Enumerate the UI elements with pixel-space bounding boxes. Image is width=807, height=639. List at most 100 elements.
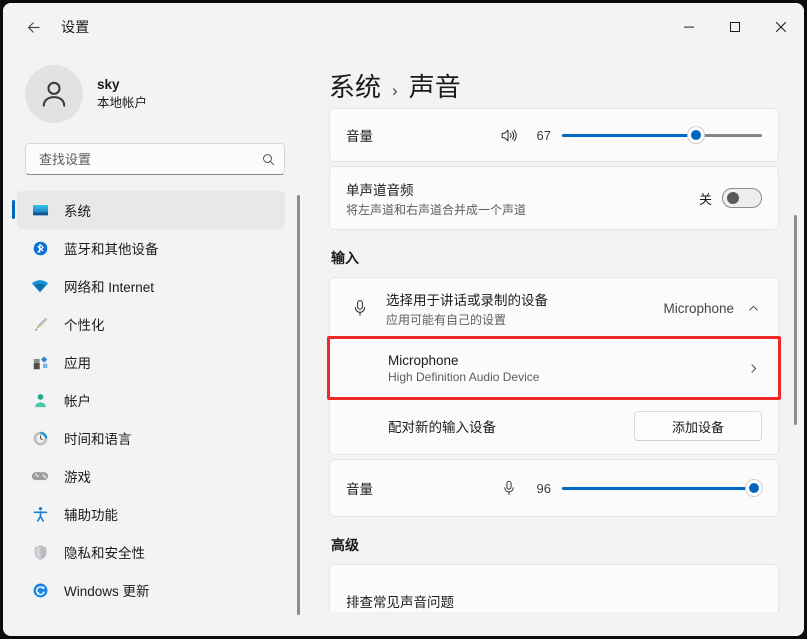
minimize-icon bbox=[684, 26, 694, 28]
maximize-button[interactable] bbox=[712, 3, 758, 51]
mono-audio-text: 单声道音频 将左声道和右声道合并成一个声道 bbox=[346, 179, 687, 218]
input-volume-slider[interactable]: 96 bbox=[500, 479, 763, 497]
microphone-device-item-wrap: Microphone High Definition Audio Device bbox=[327, 336, 781, 400]
sidebar-item-accounts[interactable]: 帐户 bbox=[17, 381, 285, 419]
choose-input-device-subtitle: 应用可能有自己的设置 bbox=[386, 312, 507, 327]
add-device-button[interactable]: 添加设备 bbox=[634, 411, 762, 441]
minimize-button[interactable] bbox=[666, 3, 712, 51]
avatar bbox=[25, 65, 83, 123]
choose-input-device-text: 选择用于讲话或录制的设备 应用可能有自己的设置 bbox=[386, 289, 651, 328]
person-avatar-icon bbox=[42, 81, 66, 107]
output-volume-slider[interactable]: 67 bbox=[499, 126, 762, 145]
chevron-right-icon[interactable] bbox=[744, 359, 762, 377]
choose-input-device-title: 选择用于讲话或录制的设备 bbox=[386, 292, 548, 308]
sidebar-item-label: 辅助功能 bbox=[64, 508, 118, 523]
clock-icon bbox=[29, 427, 51, 449]
troubleshoot-label: 排查常见声音问题 bbox=[346, 595, 454, 610]
microphone-device-item[interactable]: Microphone High Definition Audio Device bbox=[330, 339, 778, 397]
toggle-knob bbox=[727, 192, 739, 204]
maximize-icon bbox=[730, 22, 740, 32]
microphone-device-subtitle: High Definition Audio Device bbox=[388, 369, 540, 384]
sidebar-item-label: 个性化 bbox=[64, 318, 105, 333]
microphone-icon bbox=[346, 298, 374, 318]
input-volume-card: 音量 96 bbox=[329, 459, 779, 517]
breadcrumb-root[interactable]: 系统 bbox=[329, 67, 381, 104]
sidebar-nav: 系统 蓝牙和其他设备 网络和 Internet 个性化 应用 帐户 时间和语言 … bbox=[3, 191, 305, 636]
update-refresh-icon bbox=[29, 579, 51, 601]
sidebar-item-label: Windows 更新 bbox=[64, 584, 150, 599]
sidebar-item-windows-update[interactable]: Windows 更新 bbox=[17, 571, 285, 609]
search-box[interactable] bbox=[25, 143, 285, 175]
mono-audio-card: 单声道音频 将左声道和右声道合并成一个声道 关 bbox=[329, 166, 779, 230]
sidebar-item-label: 帐户 bbox=[64, 394, 91, 409]
pair-input-device-row: 配对新的输入设备 添加设备 bbox=[330, 398, 778, 454]
speaker-volume-icon bbox=[501, 129, 517, 141]
sidebar-item-label: 蓝牙和其他设备 bbox=[64, 242, 159, 257]
troubleshoot-card[interactable]: 排查常见声音问题 bbox=[329, 564, 779, 612]
input-section-heading: 输入 bbox=[331, 250, 359, 266]
choose-input-device-control: Microphone bbox=[663, 299, 762, 317]
pair-input-device-text: 配对新的输入设备 bbox=[346, 416, 622, 436]
sidebar: sky 本地帐户 查找设置 系统 蓝牙和其他设备 网络和 Internet 个性… bbox=[3, 51, 305, 636]
wifi-icon bbox=[29, 275, 51, 297]
mono-audio-title: 单声道音频 bbox=[346, 182, 414, 198]
shield-icon bbox=[29, 541, 51, 563]
account-text: sky 本地帐户 bbox=[97, 76, 147, 111]
input-volume-track[interactable] bbox=[562, 479, 763, 497]
page-title: 声音 bbox=[408, 72, 461, 102]
search-icon bbox=[263, 153, 275, 165]
content-scrollbar-thumb[interactable] bbox=[794, 215, 797, 425]
settings-window: 设置 sky 本地帐户 查找设置 系统 蓝牙和其他设备 网络和 Internet… bbox=[3, 3, 804, 636]
bluetooth-icon bbox=[29, 237, 51, 259]
pair-input-device-label: 配对新的输入设备 bbox=[388, 420, 496, 435]
input-volume-label: 音量 bbox=[346, 482, 373, 497]
selected-input-device-value: Microphone bbox=[663, 300, 734, 316]
mono-audio-toggle[interactable] bbox=[722, 188, 762, 208]
account-name: sky bbox=[97, 77, 120, 93]
close-button[interactable] bbox=[758, 3, 804, 51]
sidebar-item-time-language[interactable]: 时间和语言 bbox=[17, 419, 285, 457]
sidebar-item-personalization[interactable]: 个性化 bbox=[17, 305, 285, 343]
choose-input-device-row[interactable]: 选择用于讲话或录制的设备 应用可能有自己的设置 Microphone bbox=[330, 278, 778, 338]
search-input[interactable] bbox=[37, 150, 261, 168]
back-button[interactable] bbox=[15, 9, 51, 45]
microphone-device-text: Microphone High Definition Audio Device bbox=[346, 353, 732, 384]
slider-thumb[interactable] bbox=[687, 126, 705, 144]
slider-thumb[interactable] bbox=[745, 479, 763, 497]
slider-track-fill bbox=[562, 133, 696, 137]
sidebar-item-gaming[interactable]: 游戏 bbox=[17, 457, 285, 495]
input-volume-value: 96 bbox=[536, 480, 551, 496]
mono-audio-subtitle: 将左声道和右声道合并成一个声道 bbox=[346, 202, 527, 217]
screenshot-root: 设置 sky 本地帐户 查找设置 系统 蓝牙和其他设备 网络和 Internet… bbox=[0, 0, 807, 639]
apps-icon bbox=[29, 351, 51, 373]
sidebar-item-network[interactable]: 网络和 Internet bbox=[17, 267, 285, 305]
window-body: sky 本地帐户 查找设置 系统 蓝牙和其他设备 网络和 Internet 个性… bbox=[3, 51, 804, 636]
sidebar-item-label: 游戏 bbox=[64, 470, 91, 485]
advanced-section-heading: 高级 bbox=[331, 537, 359, 553]
back-arrow-icon bbox=[27, 21, 40, 33]
input-volume-label-wrap: 音量 bbox=[346, 478, 500, 498]
title-bar: 设置 bbox=[3, 3, 804, 51]
sidebar-scrollbar-thumb[interactable] bbox=[297, 195, 300, 615]
sidebar-item-label: 网络和 Internet bbox=[64, 280, 155, 295]
output-volume-track[interactable] bbox=[562, 126, 762, 144]
chevron-up-icon[interactable] bbox=[744, 299, 762, 317]
sidebar-item-privacy-security[interactable]: 隐私和安全性 bbox=[17, 533, 285, 571]
pair-input-device-control: 添加设备 bbox=[634, 411, 762, 441]
mono-audio-row[interactable]: 单声道音频 将左声道和右声道合并成一个声道 关 bbox=[330, 167, 778, 229]
sidebar-item-apps[interactable]: 应用 bbox=[17, 343, 285, 381]
account-block[interactable]: sky 本地帐户 bbox=[3, 51, 305, 129]
input-volume-row: 音量 96 bbox=[330, 460, 778, 516]
sidebar-item-label: 隐私和安全性 bbox=[64, 546, 145, 561]
output-volume-row: 音量 67 bbox=[330, 109, 778, 161]
close-icon bbox=[775, 21, 787, 33]
mono-audio-state-label: 关 bbox=[698, 191, 712, 207]
sidebar-item-accessibility[interactable]: 辅助功能 bbox=[17, 495, 285, 533]
output-volume-label-wrap: 音量 bbox=[346, 125, 499, 145]
mono-audio-control: 关 bbox=[699, 188, 762, 208]
accessibility-icon bbox=[29, 503, 51, 525]
sidebar-item-bluetooth[interactable]: 蓝牙和其他设备 bbox=[17, 229, 285, 267]
account-subtitle: 本地帐户 bbox=[97, 95, 148, 110]
sidebar-item-system[interactable]: 系统 bbox=[12, 191, 285, 229]
sidebar-item-label: 时间和语言 bbox=[64, 432, 132, 447]
